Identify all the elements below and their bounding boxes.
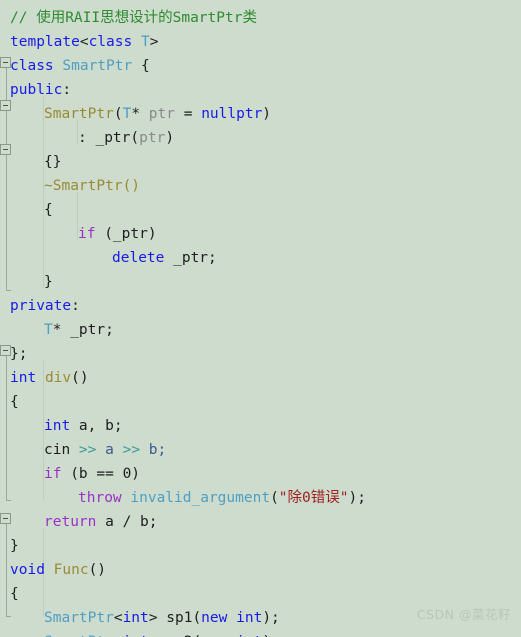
punct-brace: } <box>10 538 19 554</box>
punct-colon: : <box>62 82 72 98</box>
punct-lt: < <box>113 610 123 626</box>
keyword-int: int <box>10 370 37 386</box>
keyword-void: void <box>10 562 45 578</box>
condition: (_ptr) <box>95 226 157 242</box>
type-T: T <box>140 34 150 50</box>
code-line-25[interactable]: { <box>10 582 19 606</box>
var-b: b; <box>140 442 167 458</box>
member-ptr: * _ptr; <box>52 322 114 338</box>
function-dtor: ~SmartPtr() <box>44 178 141 194</box>
code-line-16[interactable]: int div() <box>10 366 89 390</box>
init-list: : _ptr( <box>78 130 140 146</box>
comment-token: // 使用RAII思想设计的SmartPtr类 <box>10 10 257 26</box>
code-line-2[interactable]: template<class T> <box>10 30 158 54</box>
control-if: if <box>78 226 96 242</box>
punct-gt: > <box>148 610 167 626</box>
punct-gt: > <box>149 34 159 50</box>
punct-class-end: }; <box>10 346 28 362</box>
keyword-class: class <box>88 34 133 50</box>
operator-extract-1: >> <box>78 442 97 458</box>
var-sp1: sp1( <box>166 610 202 626</box>
code-line-20[interactable]: if (b == 0) <box>44 462 140 486</box>
expr-ptr: _ptr; <box>164 250 217 266</box>
code-line-22[interactable]: return a / b; <box>44 510 158 534</box>
code-line-6[interactable]: : _ptr(ptr) <box>78 126 174 150</box>
type-smartptr: SmartPtr <box>44 610 114 626</box>
code-line-23[interactable]: } <box>10 534 19 558</box>
code-editor[interactable]: // 使用RAII思想设计的SmartPtr类 template<class T… <box>0 0 521 637</box>
string-literal: "除0错误" <box>278 490 349 506</box>
keyword-public: public <box>10 82 63 98</box>
punct-eq: = <box>174 106 202 122</box>
code-line-13[interactable]: private: <box>10 294 80 318</box>
punct-brace: { <box>10 394 19 410</box>
punct-brace: { <box>44 202 53 218</box>
code-line-18[interactable]: int a, b; <box>44 414 123 438</box>
keyword-int: int <box>236 610 263 626</box>
function-div: div <box>44 370 72 386</box>
punct-braces: {} <box>44 154 62 170</box>
punct-parens: () <box>71 370 89 386</box>
param-ptr: ptr <box>148 106 175 122</box>
punct-rparen: ); <box>348 490 366 506</box>
param-ptr: ptr <box>139 130 166 146</box>
code-line-8[interactable]: ~SmartPtr() <box>44 174 140 198</box>
punct-star: * <box>131 106 149 122</box>
code-line-11[interactable]: delete _ptr; <box>112 246 217 270</box>
punct-parens: () <box>88 562 107 578</box>
type-T: T <box>44 322 53 338</box>
code-line-10[interactable]: if (_ptr) <box>78 222 157 246</box>
code-line-24[interactable]: void Func() <box>10 558 106 582</box>
keyword-private: private <box>10 298 72 314</box>
punct-brace: { <box>10 586 19 602</box>
code-line-7[interactable]: {} <box>44 150 61 174</box>
keyword-nullptr: nullptr <box>201 106 263 122</box>
vars-ab: a, b; <box>70 418 123 434</box>
punct-lparen: ( <box>113 106 123 122</box>
code-line-5[interactable]: SmartPtr(T* ptr = nullptr) <box>44 102 271 126</box>
control-if: if <box>44 466 62 482</box>
code-line-3[interactable]: class SmartPtr { <box>10 54 150 78</box>
function-ctor: SmartPtr <box>44 106 114 122</box>
function-func: Func <box>53 562 89 578</box>
punct-rparen: ) <box>262 106 272 122</box>
keyword-delete: delete <box>112 250 165 266</box>
code-line-12[interactable]: } <box>44 270 53 294</box>
var-a: a <box>96 442 123 458</box>
keyword-class: class <box>10 58 54 74</box>
code-line-19[interactable]: cin >> a >> b; <box>44 438 166 462</box>
keyword-int: int <box>44 418 71 434</box>
keyword-int: int <box>122 610 149 626</box>
code-line-1[interactable]: // 使用RAII思想设计的SmartPtr类 <box>10 6 257 30</box>
return-expr: a / b; <box>96 514 158 530</box>
punct-colon: : <box>71 298 80 314</box>
punct-brace: } <box>44 274 53 290</box>
code-line-4[interactable]: public: <box>10 78 71 102</box>
punct-rparen: ) <box>165 130 175 146</box>
punct-lparen: ( <box>270 490 279 506</box>
code-line-21[interactable]: throw invalid_argument("除0错误"); <box>78 486 366 510</box>
control-throw: throw <box>78 490 122 506</box>
code-line-27[interactable]: SmartPtr<int> sp2(new int); <box>44 630 280 637</box>
code-content[interactable]: // 使用RAII思想设计的SmartPtr类 template<class T… <box>0 0 521 637</box>
punct-lt: < <box>79 34 89 50</box>
punct-end: ); <box>262 610 280 626</box>
code-line-15[interactable]: }; <box>10 342 27 366</box>
code-line-9[interactable]: { <box>44 198 53 222</box>
keyword-template: template <box>10 34 80 50</box>
type-smartptr: SmartPtr <box>62 58 133 74</box>
punct-brace: { <box>140 58 150 74</box>
code-line-14[interactable]: T* _ptr; <box>44 318 114 342</box>
keyword-new: new <box>201 610 228 626</box>
code-line-17[interactable]: { <box>10 390 19 414</box>
operator-extract-2: >> <box>122 442 141 458</box>
type-invalid-argument: invalid_argument <box>121 490 271 506</box>
condition: (b == 0) <box>61 466 141 482</box>
type-T: T <box>122 106 132 122</box>
code-line-26[interactable]: SmartPtr<int> sp1(new int); <box>44 606 280 630</box>
control-return: return <box>44 514 97 530</box>
stream-cin: cin <box>44 442 79 458</box>
